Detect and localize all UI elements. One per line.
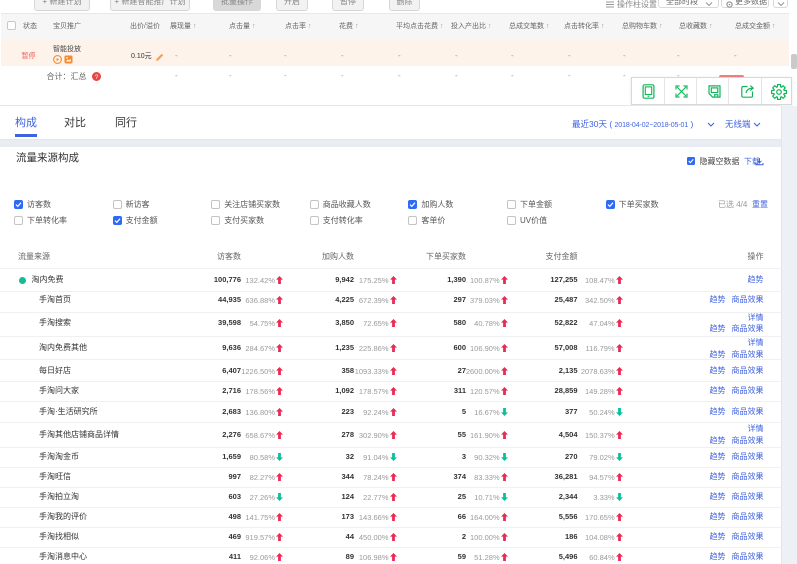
svg-text:?: ?	[94, 74, 98, 81]
